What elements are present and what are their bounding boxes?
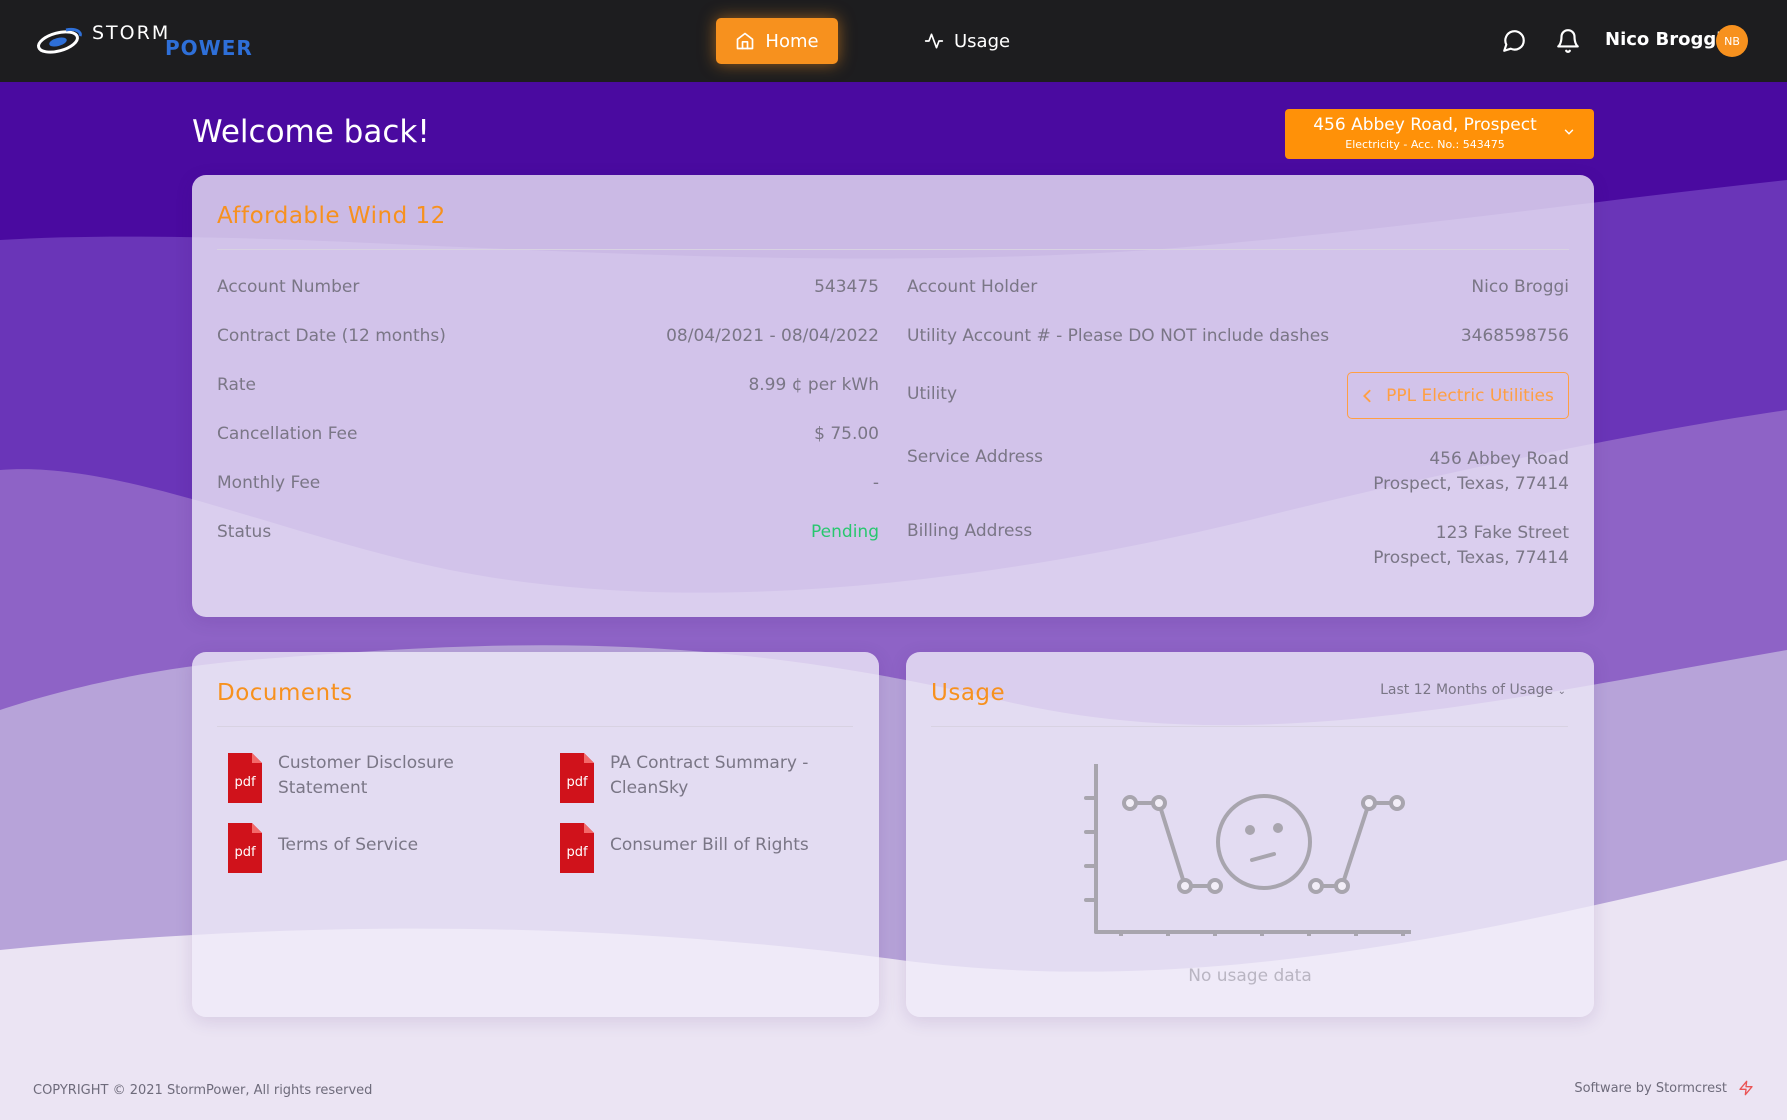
nav-home-label: Home <box>765 30 819 52</box>
activity-icon <box>924 33 944 49</box>
home-icon <box>737 32 754 50</box>
row-label: Contract Date (12 months) <box>217 326 446 346</box>
pdf-badge: pdf <box>566 845 588 860</box>
storm-swirl-icon <box>37 28 82 54</box>
row-account-holder: Account Holder Nico Broggi <box>907 277 1569 301</box>
row-cancellation-fee: Cancellation Fee $ 75.00 <box>217 424 879 448</box>
document-item[interactable]: pdf PA Contract Summary - CleanSky <box>558 751 830 805</box>
address-selector[interactable]: 456 Abbey Road, Prospect Electricity - A… <box>1285 109 1594 159</box>
row-label: Rate <box>217 375 256 395</box>
row-label: Billing Address <box>907 521 1033 541</box>
plan-title: Affordable Wind 12 <box>217 203 446 229</box>
footer-credit[interactable]: Software by Stormcrest <box>1574 1081 1727 1096</box>
address-line-1: 456 Abbey Road <box>1429 449 1569 469</box>
nav-usage-label: Usage <box>954 30 1011 52</box>
chat-icon[interactable] <box>1501 28 1527 54</box>
address-main: 456 Abbey Road, Prospect <box>1313 115 1537 135</box>
document-label: PA Contract Summary - CleanSky <box>610 753 809 798</box>
no-data-illustration-icon <box>1084 764 1411 936</box>
row-status: Status Pending <box>217 522 879 546</box>
pdf-file-icon: pdf <box>228 823 262 873</box>
row-value: $ 75.00 <box>814 424 879 444</box>
document-label: Terms of Service <box>278 835 419 855</box>
row-label: Utility Account # - Please DO NOT includ… <box>907 326 1330 346</box>
brand-logo[interactable]: STORM POWER <box>36 20 256 62</box>
row-label: Account Number <box>217 277 360 297</box>
document-label: Consumer Bill of Rights <box>610 835 809 855</box>
row-label: Account Holder <box>907 277 1038 297</box>
row-value: 8.99 ¢ per kWh <box>748 375 879 395</box>
status-badge: Pending <box>811 522 879 542</box>
row-monthly-fee: Monthly Fee - <box>217 473 879 497</box>
welcome-heading: Welcome back! <box>192 114 430 150</box>
pdf-badge: pdf <box>234 845 256 860</box>
bolt-icon <box>1739 1080 1753 1096</box>
chevron-down-icon <box>1564 129 1574 135</box>
row-account-number: Account Number 543475 <box>217 277 879 301</box>
address-line-2: Prospect, Texas, 77414 <box>1373 474 1569 494</box>
row-billing-address: Billing Address 123 Fake Street Prospect… <box>907 521 1569 573</box>
card-divider <box>217 249 1569 250</box>
no-usage-text: No usage data <box>1188 966 1312 986</box>
nav-home-button[interactable]: Home <box>716 18 838 64</box>
row-value: 3468598756 <box>1460 326 1569 346</box>
document-label: Customer Disclosure Statement <box>278 753 454 798</box>
row-label: Monthly Fee <box>217 473 321 493</box>
row-contract-date: Contract Date (12 months) 08/04/2021 - 0… <box>217 326 879 350</box>
row-utility-account: Utility Account # - Please DO NOT includ… <box>907 326 1569 350</box>
user-name[interactable]: Nico Broggi <box>1605 29 1722 50</box>
documents-card: Documents pdf Customer Disclosure Statem… <box>192 652 879 1017</box>
document-item[interactable]: pdf Terms of Service <box>226 821 498 875</box>
row-value: 123 Fake Street Prospect, Texas, 77414 <box>1373 521 1569 571</box>
row-value: 456 Abbey Road Prospect, Texas, 77414 <box>1373 447 1569 497</box>
usage-range-dropdown[interactable]: Last 12 Months of Usage ⌄ <box>1380 682 1566 698</box>
address-line-2: Prospect, Texas, 77414 <box>1373 548 1569 568</box>
footer-copyright: COPYRIGHT © 2021 StormPower, All rights … <box>33 1083 373 1098</box>
nav-usage-button[interactable]: Usage <box>924 18 1010 64</box>
pdf-file-icon: pdf <box>228 753 262 803</box>
card-divider <box>217 726 853 727</box>
row-value: Nico Broggi <box>1471 277 1569 297</box>
usage-title: Usage <box>931 680 1006 706</box>
row-label: Cancellation Fee <box>217 424 358 444</box>
top-navbar: STORM POWER Home Usage Nico Broggi NB <box>0 0 1787 82</box>
document-item[interactable]: pdf Customer Disclosure Statement <box>226 751 498 805</box>
bell-icon[interactable] <box>1555 28 1581 54</box>
address-sub: Electricity - Acc. No.: 543475 <box>1345 138 1505 151</box>
row-service-address: Service Address 456 Abbey Road Prospect,… <box>907 447 1569 499</box>
chevron-down-icon: ⌄ <box>1557 686 1566 697</box>
plan-card: Affordable Wind 12 Account Number 543475… <box>192 175 1594 617</box>
pdf-badge: pdf <box>566 775 588 790</box>
document-item[interactable]: pdf Consumer Bill of Rights <box>558 821 830 875</box>
pdf-file-icon: pdf <box>560 823 594 873</box>
usage-range-label: Last 12 Months of Usage <box>1380 682 1554 698</box>
row-label: Utility <box>907 384 958 404</box>
row-value: 08/04/2021 - 08/04/2022 <box>666 326 879 346</box>
utility-name: PPL Electric Utilities <box>1386 385 1554 406</box>
address-line-1: 123 Fake Street <box>1435 523 1569 543</box>
row-label: Service Address <box>907 447 1043 467</box>
documents-title: Documents <box>217 680 353 706</box>
avatar-initials: NB <box>1724 34 1740 48</box>
usage-card: Usage Last 12 Months of Usage ⌄ No usage… <box>906 652 1594 1017</box>
row-value: 543475 <box>814 277 879 297</box>
brand-name-top: STORM <box>92 22 171 44</box>
utility-button[interactable]: PPL Electric Utilities <box>1347 372 1569 419</box>
row-value: - <box>872 473 879 493</box>
pdf-file-icon: pdf <box>560 753 594 803</box>
row-rate: Rate 8.99 ¢ per kWh <box>217 375 879 399</box>
pdf-badge: pdf <box>234 775 256 790</box>
row-label: Status <box>217 522 272 542</box>
user-avatar[interactable]: NB <box>1716 25 1748 57</box>
row-utility: Utility <box>907 384 1207 408</box>
card-divider <box>931 726 1568 727</box>
brand-name-bottom: POWER <box>165 36 253 60</box>
chevron-left-icon <box>1363 389 1371 402</box>
